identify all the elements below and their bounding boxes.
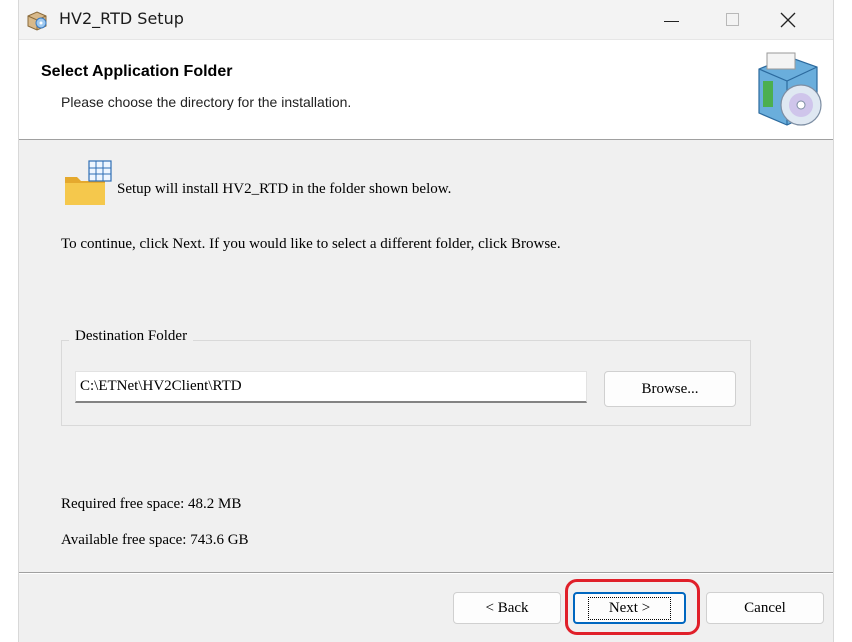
window-title: HV2_RTD Setup — [59, 9, 184, 28]
next-button[interactable]: Next > — [573, 592, 686, 624]
next-button-label: Next > — [587, 596, 672, 620]
page-title: Select Application Folder — [41, 63, 233, 80]
setup-window: HV2_RTD Setup Select Application Folder … — [18, 0, 834, 642]
setup-box-cd-icon — [753, 49, 823, 131]
close-icon[interactable] — [765, 0, 811, 40]
required-space-text: Required free space: 48.2 MB — [61, 496, 242, 512]
title-bar[interactable]: HV2_RTD Setup — [19, 0, 833, 40]
maximize-icon[interactable] — [709, 0, 755, 40]
install-description: Setup will install HV2_RTD in the folder… — [117, 181, 452, 197]
footer-divider — [19, 572, 833, 574]
minimize-icon[interactable] — [649, 0, 695, 40]
cancel-button[interactable]: Cancel — [706, 592, 824, 624]
folder-grid-icon — [63, 159, 113, 209]
browse-button[interactable]: Browse... — [604, 371, 736, 407]
installer-box-icon — [25, 8, 49, 32]
available-space-text: Available free space: 743.6 GB — [61, 532, 249, 548]
wizard-header: Select Application Folder Please choose … — [19, 40, 833, 140]
back-button[interactable]: < Back — [453, 592, 561, 624]
destination-folder-label: Destination Folder — [69, 328, 194, 345]
destination-path-input[interactable] — [75, 371, 587, 403]
continue-instructions: To continue, click Next. If you would li… — [61, 236, 561, 252]
page-subtitle: Please choose the directory for the inst… — [61, 94, 352, 110]
